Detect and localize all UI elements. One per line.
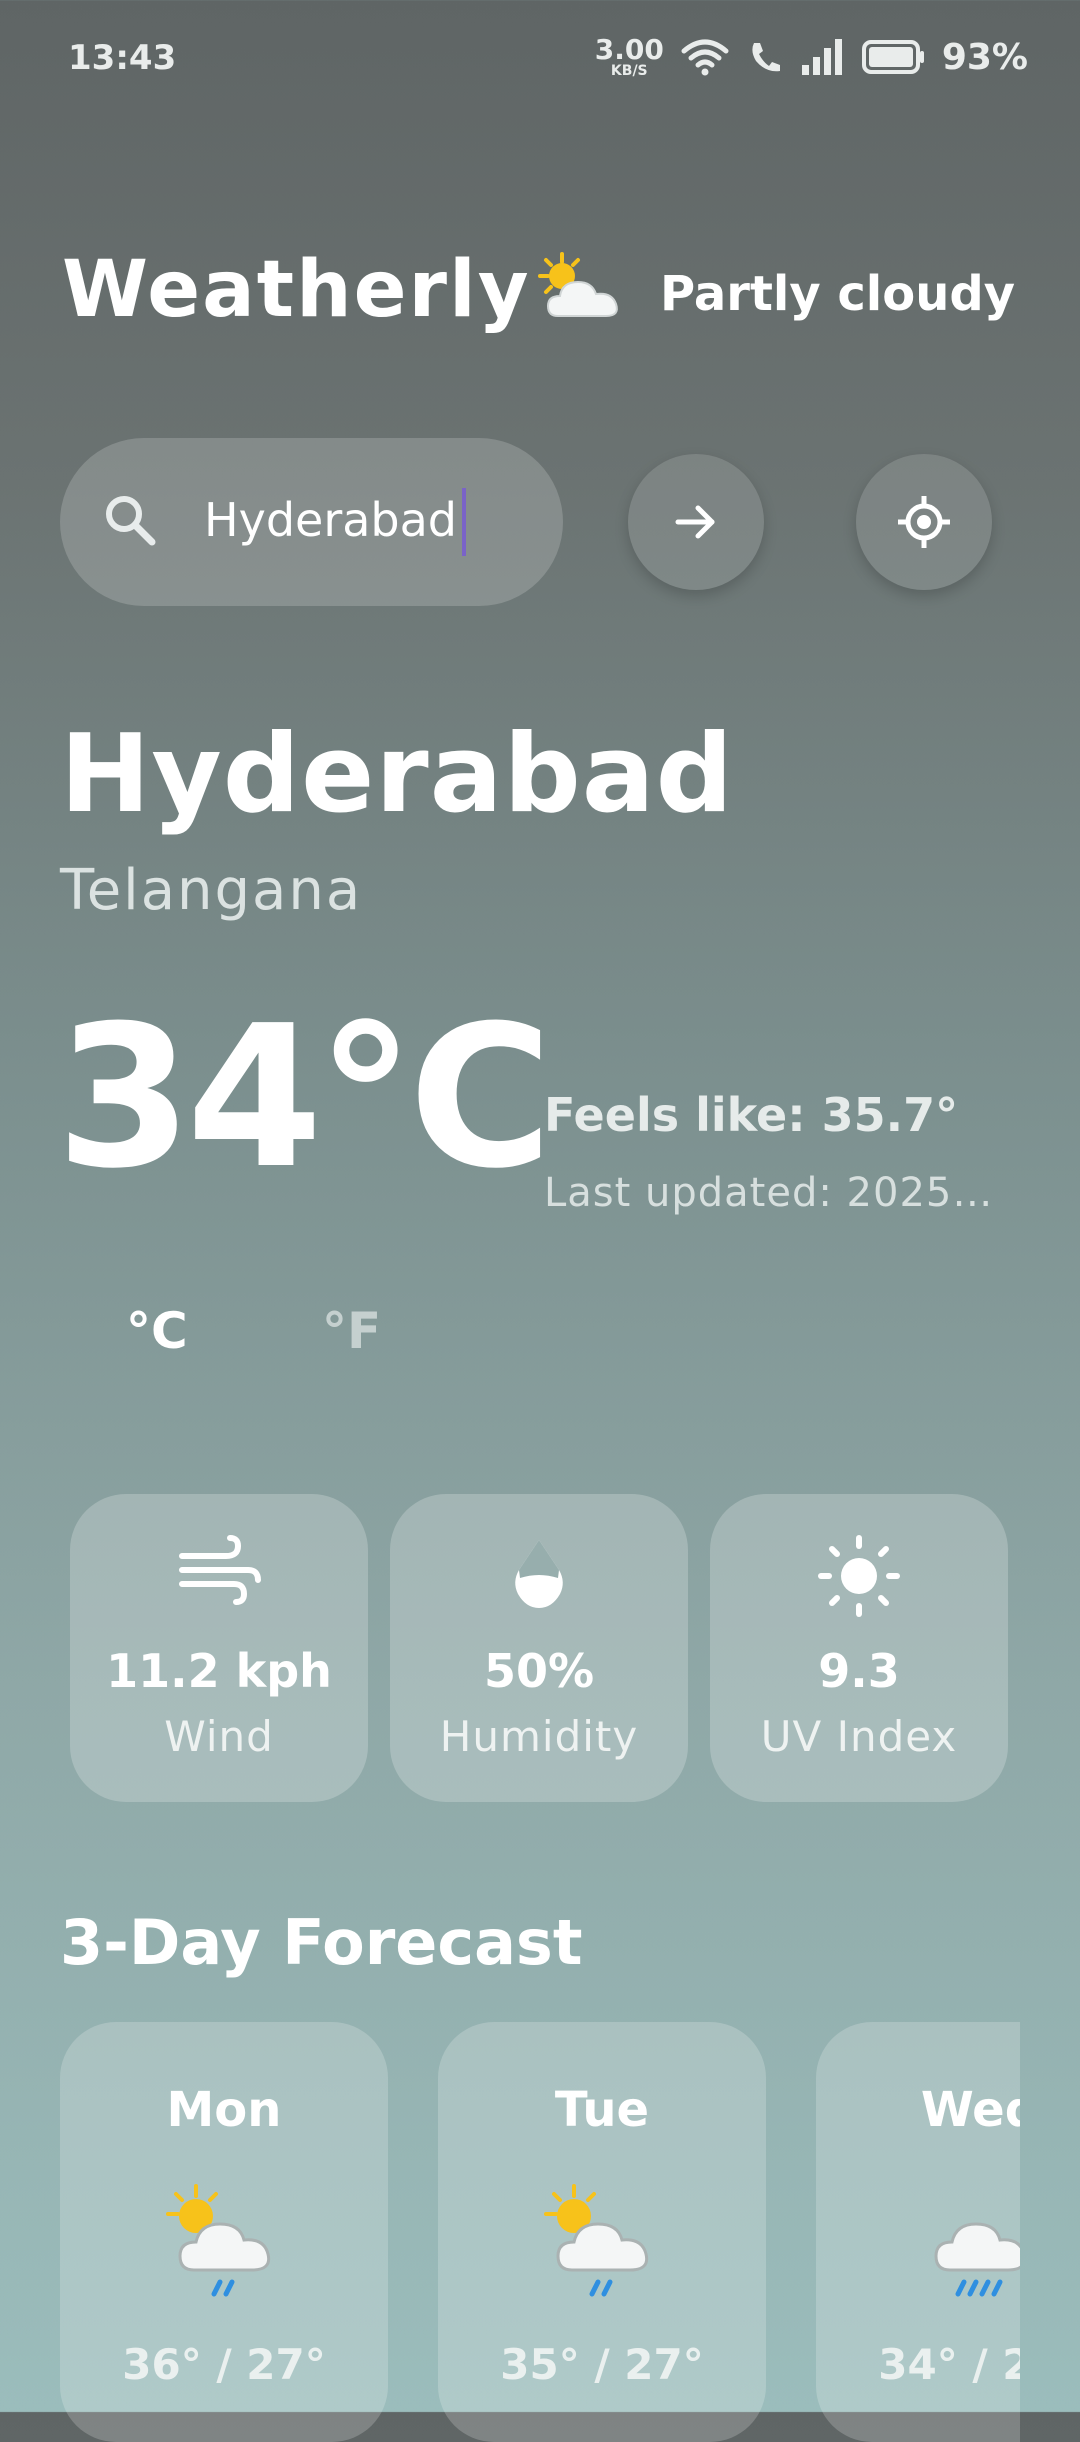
wind-label: Wind xyxy=(164,1712,274,1761)
droplet-icon xyxy=(515,1540,563,1608)
uv-index-label: UV Index xyxy=(760,1712,958,1761)
humidity-label: Humidity xyxy=(439,1712,639,1761)
cloud-rain-icon xyxy=(934,2222,1020,2297)
forecast-day: Mon xyxy=(166,2082,282,2138)
battery-percent: 93% xyxy=(941,36,1028,78)
search-icon xyxy=(106,496,156,546)
last-updated: Last updated: 2025-... xyxy=(544,1170,1004,1216)
wind-icon xyxy=(179,1535,261,1605)
network-speed: 3.00 KB/S xyxy=(594,33,664,79)
wifi-icon xyxy=(681,39,729,76)
forecast-title: 3-Day Forecast xyxy=(60,1906,583,1979)
humidity-card: 50% Humidity xyxy=(390,1494,688,1802)
signal-icon xyxy=(801,39,842,75)
forecast-temps: 35° / 27° xyxy=(500,2340,704,2389)
condition-text: Partly cloudy xyxy=(660,266,1016,322)
unit-celsius-toggle[interactable]: °C xyxy=(126,1302,188,1360)
battery-icon xyxy=(861,40,924,74)
region-name: Telangana xyxy=(60,858,363,923)
search-go-button[interactable] xyxy=(628,454,764,590)
city-name: Hyderabad xyxy=(60,712,734,837)
sun-behind-cloud-icon xyxy=(538,252,618,317)
wind-card: 11.2 kph Wind xyxy=(70,1494,368,1802)
unit-fahrenheit-toggle[interactable]: °F xyxy=(322,1302,381,1360)
network-speed-unit: KB/S xyxy=(610,63,648,79)
search-input[interactable] xyxy=(204,480,504,560)
wifi-calling-icon xyxy=(752,43,780,72)
forecast-carousel[interactable]: Mon 36° / 27° Tue 35° / 27° We 34° / 2 xyxy=(60,2022,1020,2442)
sun-icon xyxy=(818,1535,900,1617)
crosshair-location-icon xyxy=(898,496,950,548)
forecast-temps: 36° / 27° xyxy=(122,2340,326,2389)
sun-cloud-rain-icon xyxy=(166,2184,271,2297)
status-time: 13:43 xyxy=(68,38,177,78)
feels-like: Feels like: 35.7° xyxy=(544,1088,959,1142)
forecast-temps: 34° / 27° xyxy=(878,2340,1020,2389)
wind-value: 11.2 kph xyxy=(106,1644,332,1698)
status-icons: 3.00 KB/S 93% xyxy=(594,33,1028,79)
forecast-day: Wed xyxy=(920,2082,1020,2138)
forecast-card-mon[interactable]: Mon 36° / 27° xyxy=(60,2022,388,2442)
current-temperature: 34°C xyxy=(56,984,553,1212)
current-location-button[interactable] xyxy=(856,454,992,590)
sun-cloud-rain-icon xyxy=(544,2184,649,2297)
uv-index-card: 9.3 UV Index xyxy=(710,1494,1008,1802)
uv-index-value: 9.3 xyxy=(818,1644,900,1698)
text-cursor xyxy=(462,488,466,556)
network-speed-value: 3.00 xyxy=(594,33,664,66)
arrow-right-icon xyxy=(675,505,715,539)
forecast-card-wed[interactable]: Wed 34° / 27° xyxy=(816,2022,1020,2442)
humidity-value: 50% xyxy=(483,1644,595,1698)
forecast-card-tue[interactable]: Tue 35° / 27° xyxy=(438,2022,766,2442)
forecast-day: Tue xyxy=(554,2082,650,2138)
app-title: Weatherly xyxy=(62,245,531,335)
status-bar: 13:43 3.00 KB/S 93% xyxy=(0,0,1080,120)
